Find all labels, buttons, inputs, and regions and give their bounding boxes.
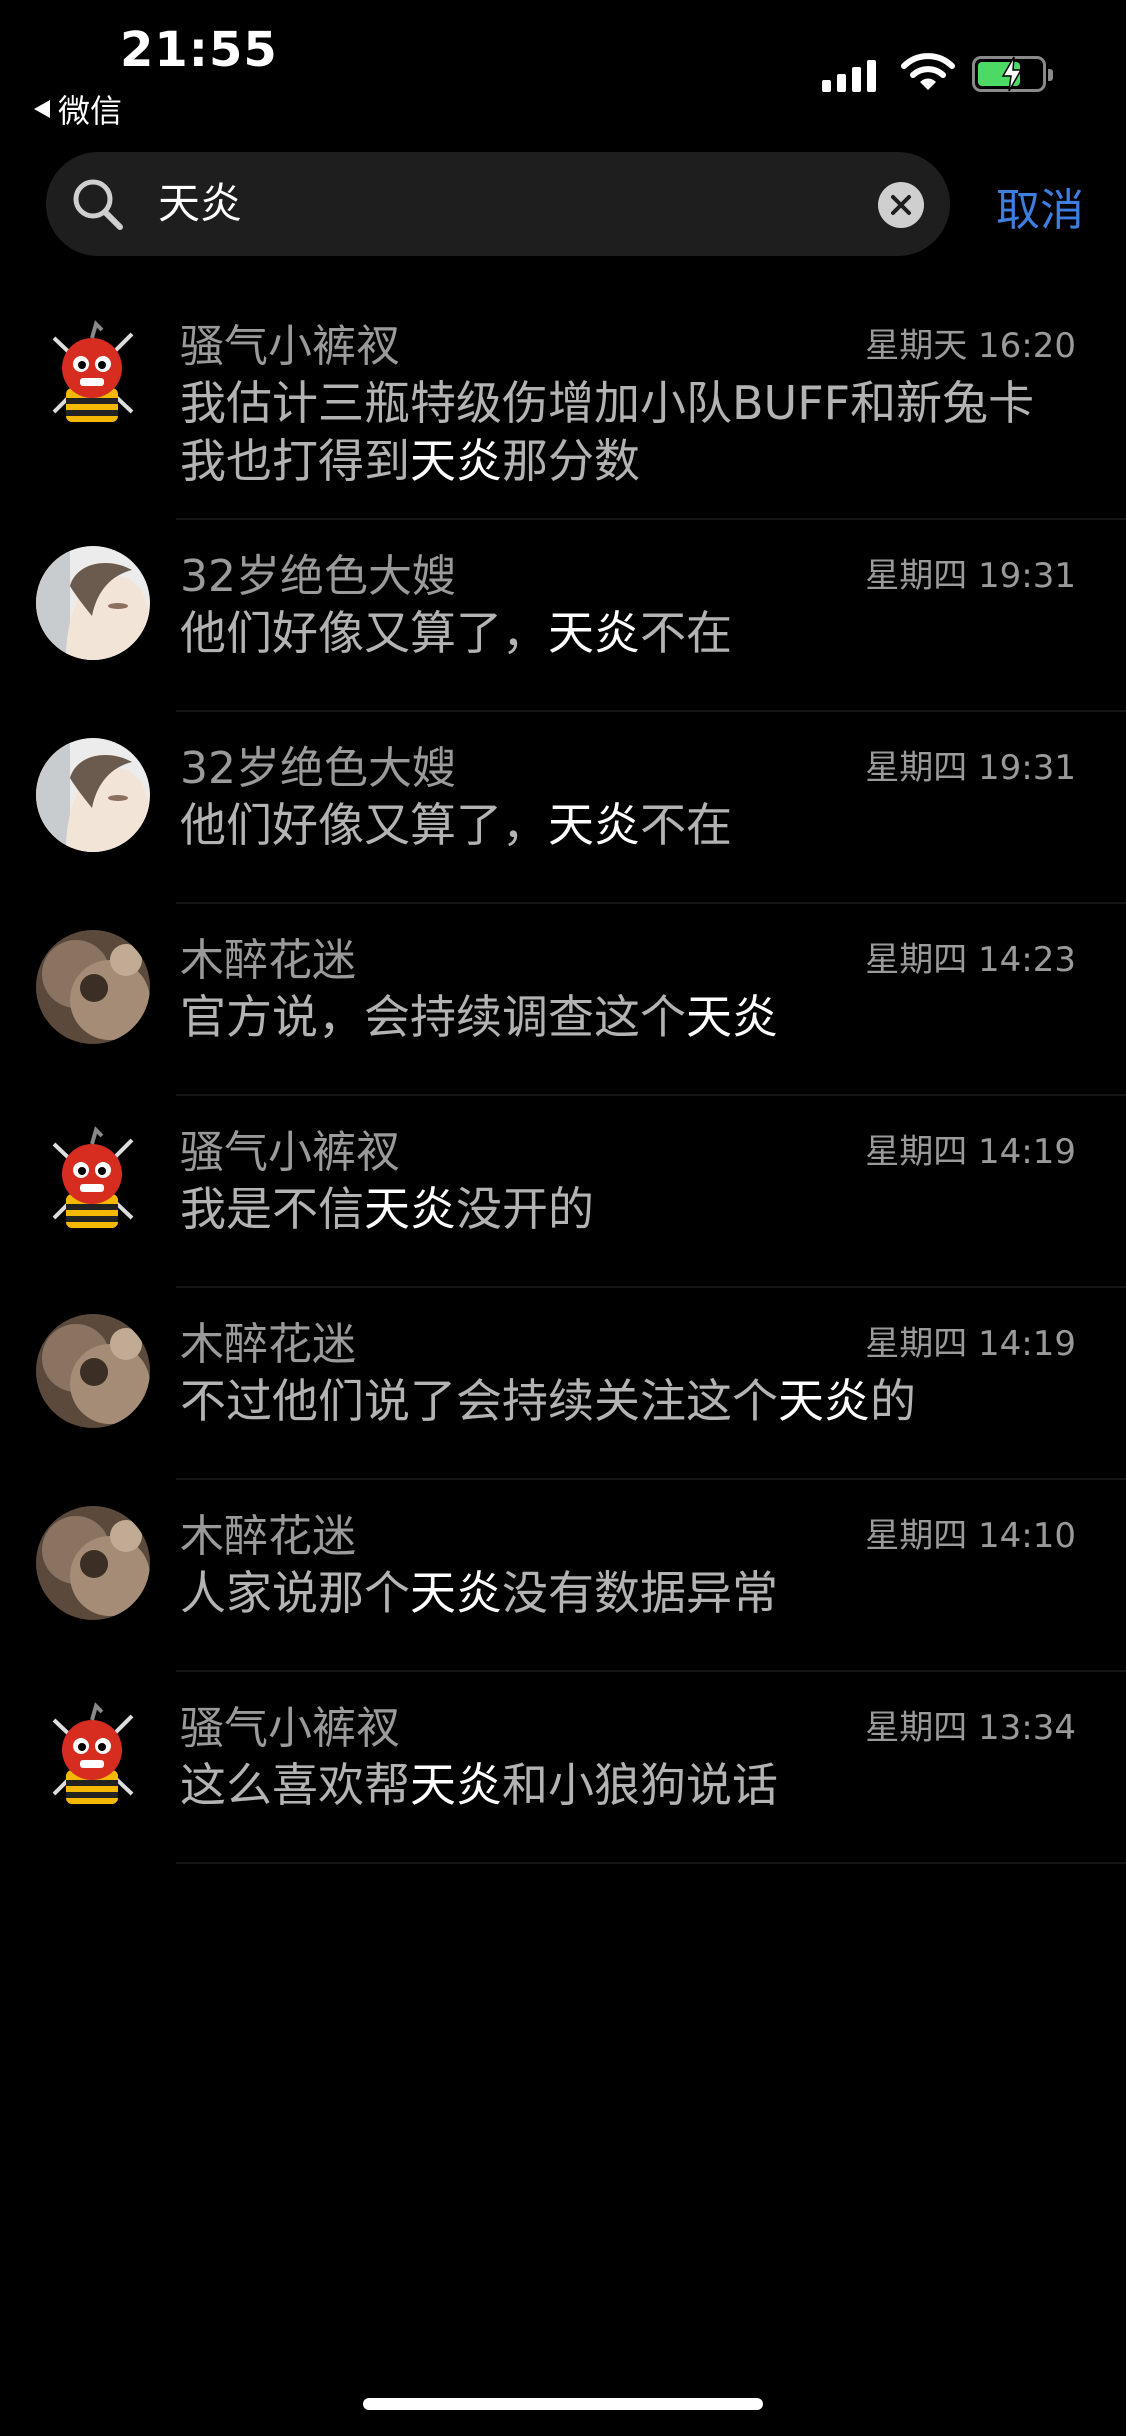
clear-search-button[interactable] <box>878 182 924 228</box>
keyword-highlight: 天炎 <box>364 1182 456 1236</box>
avatar <box>36 546 150 660</box>
contact-name: 骚气小裤衩 <box>180 1703 400 1754</box>
snippet-after: 那分数 <box>502 434 640 488</box>
cellular-signal-icon <box>822 58 876 92</box>
search-result-row[interactable]: 32岁绝色大嫂 星期四 19:31 他们好像又算了，天炎不在 <box>0 520 1126 712</box>
snippet-before: 这么喜欢帮 <box>180 1758 410 1812</box>
search-result-row[interactable]: 木醉花迷 星期四 14:19 不过他们说了会持续关注这个天炎的 <box>0 1288 1126 1480</box>
search-result-row[interactable]: 骚气小裤衩 星期四 13:34 这么喜欢帮天炎和小狼狗说话 <box>0 1672 1126 1864</box>
snippet-after: 不在 <box>640 798 732 852</box>
search-results-list: 骚气小裤衩 星期天 16:20 我估计三瓶特级伤增加小队BUFF和新兔卡我也打得到天… <box>0 290 1126 1864</box>
back-arrow-icon <box>34 100 50 118</box>
snippet-before: 他们好像又算了， <box>180 798 548 852</box>
search-bar <box>46 152 950 256</box>
divider <box>176 1862 1126 1864</box>
keyword-highlight: 天炎 <box>548 606 640 660</box>
search-result-row[interactable]: 木醉花迷 星期四 14:23 官方说，会持续调查这个天炎 <box>0 904 1126 1096</box>
avatar <box>36 316 150 430</box>
contact-name: 木醉花迷 <box>180 935 356 986</box>
snippet-after: 的 <box>870 1374 916 1428</box>
contact-name: 木醉花迷 <box>180 1511 356 1562</box>
contact-name: 木醉花迷 <box>180 1319 356 1370</box>
clock: 21:55 <box>120 22 278 78</box>
snippet-before: 我是不信 <box>180 1182 364 1236</box>
message-snippet: 人家说那个天炎没有数据异常 <box>180 1564 1060 1622</box>
keyword-highlight: 天炎 <box>410 434 502 488</box>
snippet-after: 和小狼狗说话 <box>502 1758 778 1812</box>
snippet-after: 没有数据异常 <box>502 1566 778 1620</box>
avatar <box>36 1698 150 1812</box>
message-snippet: 官方说，会持续调查这个天炎 <box>180 988 1060 1046</box>
message-time: 星期四 14:19 <box>865 1324 1076 1364</box>
search-input[interactable] <box>158 176 878 225</box>
avatar <box>36 930 150 1044</box>
home-indicator[interactable] <box>363 2398 763 2410</box>
message-snippet: 不过他们说了会持续关注这个天炎的 <box>180 1372 1060 1430</box>
avatar <box>36 1122 150 1236</box>
message-snippet: 他们好像又算了，天炎不在 <box>180 796 1060 854</box>
keyword-highlight: 天炎 <box>548 798 640 852</box>
status-bar: 21:55 微信 <box>0 0 1126 140</box>
wifi-icon <box>901 53 955 90</box>
snippet-after: 没开的 <box>456 1182 594 1236</box>
message-time: 星期四 13:34 <box>865 1708 1076 1748</box>
contact-name: 骚气小裤衩 <box>180 1127 400 1178</box>
keyword-highlight: 天炎 <box>686 990 778 1044</box>
message-snippet: 这么喜欢帮天炎和小狼狗说话 <box>180 1756 1060 1814</box>
battery-icon <box>972 56 1053 92</box>
message-time: 星期四 14:10 <box>865 1516 1076 1556</box>
avatar <box>36 1314 150 1428</box>
avatar <box>36 1506 150 1620</box>
search-result-row[interactable]: 骚气小裤衩 星期四 14:19 我是不信天炎没开的 <box>0 1096 1126 1288</box>
snippet-before: 他们好像又算了， <box>180 606 548 660</box>
keyword-highlight: 天炎 <box>410 1566 502 1620</box>
cancel-button[interactable]: 取消 <box>996 174 1084 238</box>
message-time: 星期四 14:23 <box>865 940 1076 980</box>
back-to-wechat-button[interactable]: 微信 <box>34 86 122 132</box>
message-time: 星期四 19:31 <box>865 556 1076 596</box>
keyword-highlight: 天炎 <box>410 1758 502 1812</box>
close-icon <box>891 195 911 215</box>
search-result-row[interactable]: 木醉花迷 星期四 14:10 人家说那个天炎没有数据异常 <box>0 1480 1126 1672</box>
message-time: 星期四 19:31 <box>865 748 1076 788</box>
avatar <box>36 738 150 852</box>
contact-name: 骚气小裤衩 <box>180 321 400 372</box>
search-icon <box>73 179 123 230</box>
message-time: 星期天 16:20 <box>865 326 1076 366</box>
keyword-highlight: 天炎 <box>778 1374 870 1428</box>
message-time: 星期四 14:19 <box>865 1132 1076 1172</box>
back-label: 微信 <box>58 92 123 130</box>
message-snippet: 我是不信天炎没开的 <box>180 1180 1060 1238</box>
snippet-before: 不过他们说了会持续关注这个 <box>180 1374 778 1428</box>
snippet-before: 人家说那个 <box>180 1566 410 1620</box>
snippet-after: 不在 <box>640 606 732 660</box>
message-snippet: 我估计三瓶特级伤增加小队BUFF和新兔卡我也打得到天炎那分数 <box>180 374 1060 490</box>
contact-name: 32岁绝色大嫂 <box>180 743 456 794</box>
snippet-before: 官方说，会持续调查这个 <box>180 990 686 1044</box>
search-result-row[interactable]: 骚气小裤衩 星期天 16:20 我估计三瓶特级伤增加小队BUFF和新兔卡我也打得到天… <box>0 290 1126 520</box>
search-result-row[interactable]: 32岁绝色大嫂 星期四 19:31 他们好像又算了，天炎不在 <box>0 712 1126 904</box>
contact-name: 32岁绝色大嫂 <box>180 551 456 602</box>
message-snippet: 他们好像又算了，天炎不在 <box>180 604 1060 662</box>
